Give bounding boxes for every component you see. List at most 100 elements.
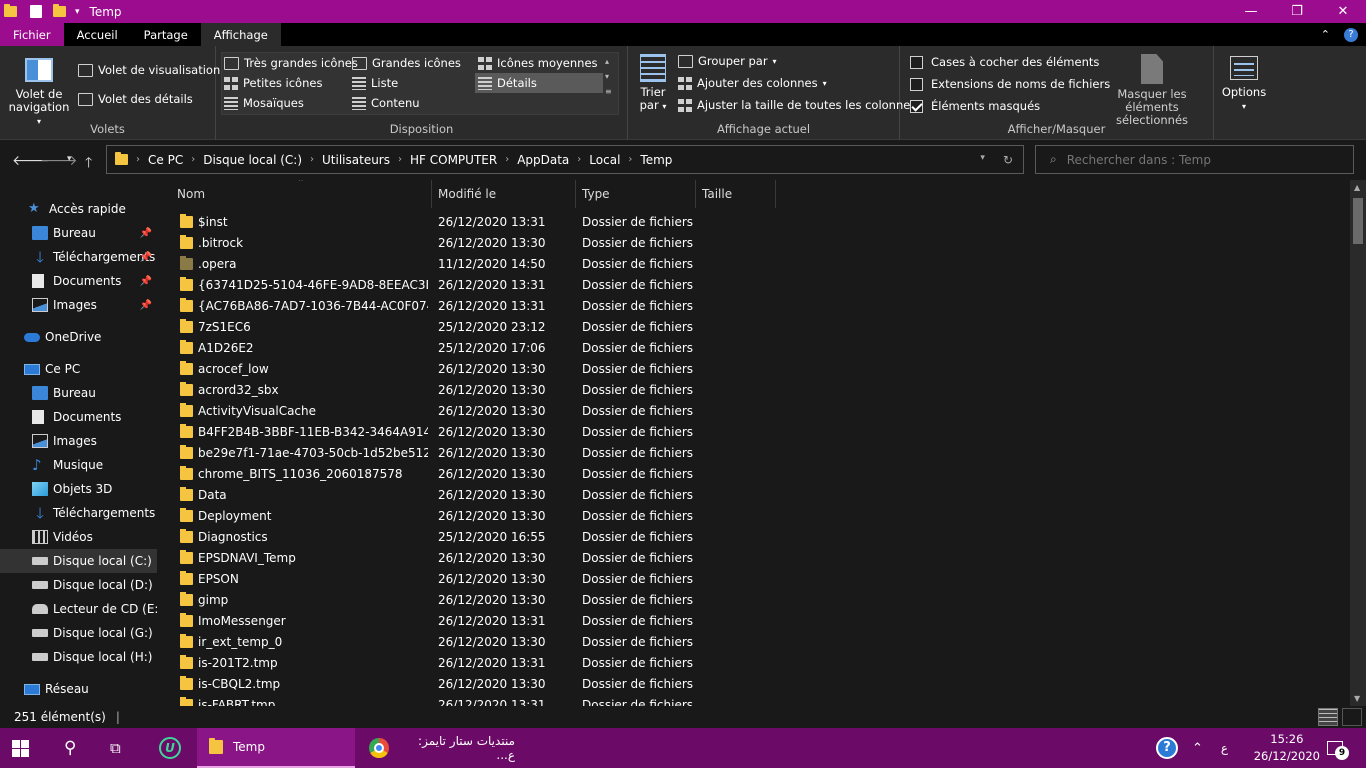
properties-icon[interactable]: [30, 5, 42, 18]
scroll-up-icon[interactable]: ▲: [1354, 183, 1360, 192]
customize-toolbar-icon[interactable]: ▾: [75, 7, 80, 17]
table-row[interactable]: EPSON 26/12/2020 13:30 Dossier de fichiers: [157, 569, 1350, 590]
new-folder-icon[interactable]: [53, 4, 66, 17]
file-extensions-toggle[interactable]: Extensions de noms de fichiers: [910, 77, 1110, 91]
sidebar-item-network[interactable]: Réseau: [0, 677, 157, 701]
tab-view[interactable]: Affichage: [200, 23, 281, 46]
search-button[interactable]: ⚲: [64, 728, 76, 768]
layout-extra-large-icons[interactable]: Très grandes icônes: [224, 56, 358, 70]
table-row[interactable]: be29e7f1-71ae-4703-50cb-1d52be512f51 26/1…: [157, 443, 1350, 464]
table-row[interactable]: ActivityVisualCache 26/12/2020 13:30 Dossi…: [157, 401, 1350, 422]
table-row[interactable]: ImoMessenger 26/12/2020 13:31 Dossier de f…: [157, 611, 1350, 632]
hidden-items-checkbox[interactable]: [910, 99, 923, 113]
minimize-button[interactable]: —: [1228, 0, 1274, 23]
ribbon-collapse-icon[interactable]: ⌃: [1321, 28, 1330, 42]
recent-locations-chevron-icon[interactable]: ▾: [67, 154, 72, 164]
table-row[interactable]: acrord32_sbx 26/12/2020 13:30 Dossier de f…: [157, 380, 1350, 401]
tab-file[interactable]: Fichier: [0, 23, 64, 46]
start-button[interactable]: [12, 728, 42, 768]
notification-center-button[interactable]: 9: [1322, 728, 1349, 768]
sidebar-item-images[interactable]: Images: [0, 429, 157, 453]
navigation-pane-button[interactable]: Volet de navigation ▾: [6, 54, 72, 126]
breadcrumb-user[interactable]: HF COMPUTER: [410, 153, 497, 167]
sidebar-item-music[interactable]: ♪ Musique: [0, 453, 157, 477]
up-arrow-icon[interactable]: 🡑: [85, 152, 92, 176]
table-row[interactable]: EPSDNAVI_Temp 26/12/2020 13:30 Dossier de …: [157, 548, 1350, 569]
layout-small-icons[interactable]: Petites icônes: [224, 76, 322, 90]
help-icon[interactable]: ?: [1344, 27, 1358, 42]
details-pane-button[interactable]: Volet des détails: [78, 92, 193, 106]
table-row[interactable]: .bitrock 26/12/2020 13:30 Dossier de fichi…: [157, 233, 1350, 254]
search-box[interactable]: ⌕: [1035, 145, 1354, 174]
table-row[interactable]: B4FF2B4B-3BBF-11EB-B342-3464A914D20B 26/1…: [157, 422, 1350, 443]
sidebar-item-desktop-pinned[interactable]: Bureau 📌: [0, 221, 157, 245]
close-button[interactable]: ✕: [1320, 0, 1366, 23]
group-by-button[interactable]: Grouper par ▾: [678, 54, 777, 68]
tab-share[interactable]: Partage: [131, 23, 201, 46]
vertical-scrollbar[interactable]: ▲ ▼: [1350, 180, 1366, 706]
breadcrumb-this-pc[interactable]: Ce PC: [148, 153, 183, 167]
item-checkboxes-toggle[interactable]: Cases à cocher des éléments: [910, 55, 1099, 69]
task-view-button[interactable]: ⧉: [110, 728, 121, 768]
table-row[interactable]: is-201T2.tmp 26/12/2020 13:31 Dossier de f…: [157, 653, 1350, 674]
hide-selected-button[interactable]: Masquer les éléments sélectionnés: [1092, 54, 1212, 127]
layout-medium-icons[interactable]: Icônes moyennes: [478, 56, 598, 70]
column-header-name[interactable]: Nom: [171, 180, 432, 208]
sidebar-item-cd-drive-e[interactable]: Lecteur de CD (E:): [0, 597, 157, 621]
sidebar-item-this-pc[interactable]: Ce PC: [0, 357, 157, 381]
column-header-modified[interactable]: Modifié le: [432, 180, 576, 208]
fit-columns-button[interactable]: Ajuster la taille de toutes les colonnes: [678, 98, 916, 112]
table-row[interactable]: chrome_BITS_11036_2060187578 26/12/2020 1…: [157, 464, 1350, 485]
sidebar-item-3d-objects[interactable]: Objets 3D: [0, 477, 157, 501]
taskbar-explorer[interactable]: Temp: [197, 728, 355, 768]
table-row[interactable]: $inst 26/12/2020 13:31 Dossier de fichiers: [157, 212, 1350, 233]
layout-content[interactable]: Contenu: [352, 96, 420, 110]
tab-home[interactable]: Accueil: [64, 23, 131, 46]
sidebar-item-local-disk-g[interactable]: Disque local (G:): [0, 621, 157, 645]
table-row[interactable]: Diagnostics 25/12/2020 16:55 Dossier de fi…: [157, 527, 1350, 548]
sidebar-item-documents-pinned[interactable]: Documents 📌: [0, 269, 157, 293]
table-row[interactable]: Deployment 26/12/2020 13:30 Dossier de fic…: [157, 506, 1350, 527]
maximize-button[interactable]: ❐: [1274, 0, 1320, 23]
sidebar-item-onedrive[interactable]: OneDrive: [0, 325, 157, 349]
table-row[interactable]: {63741D25-5104-46FE-9AD8-8EEAC3B8F6... 26…: [157, 275, 1350, 296]
taskbar-clock[interactable]: 15:26 26/12/2020: [1254, 731, 1320, 765]
add-columns-button[interactable]: Ajouter des colonnes ▾: [678, 76, 827, 90]
column-header-type[interactable]: Type: [576, 180, 696, 208]
show-hidden-icons-chevron-icon[interactable]: ⌃: [1192, 741, 1203, 756]
details-view-button[interactable]: [1318, 708, 1338, 726]
layout-gallery-scroll[interactable]: ▴ ▾ ≡: [605, 54, 612, 99]
scroll-down-icon[interactable]: ▼: [1354, 694, 1360, 703]
pinned-app-button[interactable]: U: [159, 728, 181, 768]
sidebar-item-images-pinned[interactable]: Images 📌: [0, 293, 157, 317]
table-row[interactable]: {AC76BA86-7AD7-1036-7B44-AC0F074E4... 26/…: [157, 296, 1350, 317]
layout-details[interactable]: Détails: [475, 73, 603, 93]
sidebar-item-desktop[interactable]: Bureau: [0, 381, 157, 405]
sidebar-item-quick-access[interactable]: ★ Accès rapide: [0, 197, 157, 221]
item-checkboxes-checkbox[interactable]: [910, 55, 923, 69]
large-icons-view-button[interactable]: [1342, 708, 1362, 726]
breadcrumb[interactable]: › Ce PC › Disque local (C:) › Utilisateurs…: [106, 145, 1024, 174]
table-row[interactable]: 7zS1EC6 25/12/2020 23:12 Dossier de fichie…: [157, 317, 1350, 338]
sidebar-item-local-disk-c[interactable]: Disque local (C:): [0, 549, 157, 573]
hidden-items-toggle[interactable]: Éléments masqués: [910, 99, 1040, 113]
address-dropdown-icon[interactable]: ▾: [980, 153, 985, 167]
column-header-size[interactable]: Taille: [696, 180, 776, 208]
sidebar-item-downloads[interactable]: 🡓 Téléchargements: [0, 501, 157, 525]
file-extensions-checkbox[interactable]: [910, 77, 923, 91]
table-row[interactable]: is-CBQL2.tmp 26/12/2020 13:30 Dossier de f…: [157, 674, 1350, 695]
options-button[interactable]: Options ▾: [1220, 56, 1268, 113]
table-row[interactable]: gimp 26/12/2020 13:30 Dossier de fichiers: [157, 590, 1350, 611]
table-row[interactable]: Data 26/12/2020 13:30 Dossier de fichiers: [157, 485, 1350, 506]
taskbar-chrome[interactable]: منتديات ستار تايمز: ع...: [357, 728, 515, 768]
layout-large-icons[interactable]: Grandes icônes: [352, 56, 461, 70]
breadcrumb-local[interactable]: Local: [589, 153, 620, 167]
sidebar-item-documents[interactable]: Documents: [0, 405, 157, 429]
refresh-icon[interactable]: ↻: [1003, 153, 1013, 167]
sidebar-item-videos[interactable]: Vidéos: [0, 525, 157, 549]
layout-tiles[interactable]: Mosaïques: [224, 96, 304, 110]
table-row[interactable]: is-FABRT.tmp 26/12/2020 13:31 Dossier de f…: [157, 695, 1350, 706]
breadcrumb-local-disk-c[interactable]: Disque local (C:): [203, 153, 302, 167]
input-language[interactable]: ع: [1221, 741, 1228, 755]
sort-by-button[interactable]: Trier par ▾: [635, 54, 671, 113]
